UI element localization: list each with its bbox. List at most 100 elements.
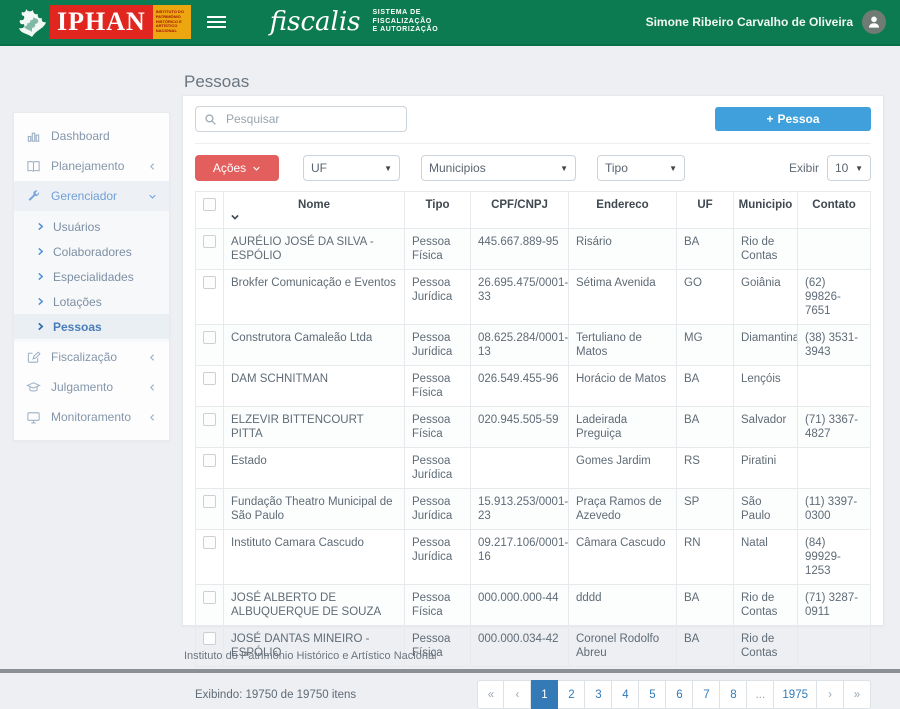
- table-row[interactable]: Instituto Camara CascudoPessoa Jurídica0…: [196, 530, 871, 585]
- sidebar-item-usuarios[interactable]: Usuários: [14, 214, 169, 239]
- cell: Goiânia: [734, 270, 798, 325]
- user-avatar-icon[interactable]: [862, 10, 886, 34]
- sidebar-item-monitoramento[interactable]: Monitoramento: [14, 402, 169, 432]
- cell: 026.549.455-96: [471, 366, 569, 407]
- institution-footer: Instituto do Patrimônio Histórico e Artí…: [184, 650, 437, 662]
- municipios-select[interactable]: Municipios▼: [421, 155, 576, 181]
- table-row[interactable]: JOSÉ ALBERTO DE ALBUQUERQUE DE SOUZAPess…: [196, 585, 871, 626]
- app-name: fiscalis: [270, 7, 361, 37]
- row-checkbox[interactable]: [203, 413, 216, 426]
- select-all-checkbox[interactable]: [203, 198, 216, 211]
- row-checkbox[interactable]: [203, 235, 216, 248]
- sidebar-item-dashboard[interactable]: Dashboard: [14, 121, 169, 151]
- sidebar-item-gerenciador[interactable]: Gerenciador: [14, 181, 169, 211]
- cell: Horácio de Matos: [569, 366, 677, 407]
- row-checkbox[interactable]: [203, 372, 216, 385]
- table-row[interactable]: AURÉLIO JOSÉ DA SILVA - ESPÓLIOPessoa Fí…: [196, 229, 871, 270]
- page-button-7[interactable]: 7: [693, 680, 720, 709]
- column-header-uf[interactable]: UF: [677, 192, 734, 229]
- cell: 26.695.475/0001-33: [471, 270, 569, 325]
- column-header-endereco[interactable]: Endereco: [569, 192, 677, 229]
- cell: (11) 3397-0300: [798, 489, 871, 530]
- page-button-4[interactable]: 4: [612, 680, 639, 709]
- items-summary: Exibindo: 19750 de 19750 itens: [195, 689, 356, 701]
- page-button-2[interactable]: 2: [558, 680, 585, 709]
- cell: Piratini: [734, 448, 798, 489]
- row-checkbox[interactable]: [203, 276, 216, 289]
- caret-down-icon: ▼: [384, 164, 392, 173]
- acoes-dropdown-button[interactable]: Ações: [195, 155, 279, 181]
- caret-down-icon: [252, 164, 261, 173]
- cell: 445.667.889-95: [471, 229, 569, 270]
- tipo-select[interactable]: Tipo▼: [597, 155, 685, 181]
- user-menu[interactable]: Simone Ribeiro Carvalho de Oliveira: [646, 10, 886, 34]
- column-header-municipio[interactable]: Municipio: [734, 192, 798, 229]
- column-header-cpf-cnpj[interactable]: CPF/CNPJ: [471, 192, 569, 229]
- pagination: «‹12345678...1975›»: [477, 680, 871, 709]
- sidebar-item-colaboradores[interactable]: Colaboradores: [14, 239, 169, 264]
- add-pessoa-button[interactable]: +Pessoa: [715, 107, 871, 131]
- row-checkbox[interactable]: [203, 591, 216, 604]
- cell: Instituto Camara Cascudo: [224, 530, 405, 585]
- table-row[interactable]: ELZEVIR BITTENCOURT PITTAPessoa Física02…: [196, 407, 871, 448]
- cell: Brokfer Comunicação e Eventos: [224, 270, 405, 325]
- page-button-‹[interactable]: ‹: [504, 680, 531, 709]
- row-checkbox[interactable]: [203, 536, 216, 549]
- menu-toggle-icon[interactable]: [207, 15, 226, 29]
- exibir-group: Exibir 10▼: [789, 155, 871, 181]
- table-header-row: NomeTipoCPF/CNPJEnderecoUFMunicipioConta…: [196, 192, 871, 229]
- column-header-nome[interactable]: Nome: [224, 192, 405, 229]
- column-header-tipo[interactable]: Tipo: [405, 192, 471, 229]
- search-input[interactable]: [224, 111, 398, 127]
- select-all-header: [196, 192, 224, 229]
- page-button-8[interactable]: 8: [720, 680, 747, 709]
- caret-down-icon: ▼: [855, 164, 863, 173]
- chevron-right-icon: [36, 272, 45, 281]
- uf-select[interactable]: UF▼: [303, 155, 400, 181]
- table-row[interactable]: Construtora Camaleão LtdaPessoa Jurídica…: [196, 325, 871, 366]
- cell: (71) 3287-0911: [798, 585, 871, 626]
- cell: 020.945.505-59: [471, 407, 569, 448]
- row-checkbox[interactable]: [203, 495, 216, 508]
- cell: Pessoa Jurídica: [405, 448, 471, 489]
- chevron-right-icon: [36, 247, 45, 256]
- page-button-«[interactable]: «: [477, 680, 504, 709]
- sidebar-item-especialidades[interactable]: Especialidades: [14, 264, 169, 289]
- page-button-6[interactable]: 6: [666, 680, 693, 709]
- row-checkbox[interactable]: [203, 632, 216, 645]
- table-row[interactable]: DAM SCHNITMANPessoa Física026.549.455-96…: [196, 366, 871, 407]
- row-checkbox[interactable]: [203, 331, 216, 344]
- page-button-3[interactable]: 3: [585, 680, 612, 709]
- sidebar-item-planejamento[interactable]: Planejamento: [14, 151, 169, 181]
- table-row[interactable]: EstadoPessoa JurídicaGomes JardimRSPirat…: [196, 448, 871, 489]
- row-checkbox[interactable]: [203, 454, 216, 467]
- page-button-...[interactable]: ...: [747, 680, 774, 709]
- page-button-5[interactable]: 5: [639, 680, 666, 709]
- row-select-cell: [196, 325, 224, 366]
- cell: SP: [677, 489, 734, 530]
- chevron-left-icon: [148, 162, 157, 171]
- cell: Construtora Camaleão Ltda: [224, 325, 405, 366]
- sidebar-item-julgamento[interactable]: Julgamento: [14, 372, 169, 402]
- cell: RN: [677, 530, 734, 585]
- cell: Rio de Contas: [734, 229, 798, 270]
- page-button-»[interactable]: »: [844, 680, 871, 709]
- page-button-1[interactable]: 1: [531, 680, 558, 709]
- row-select-cell: [196, 407, 224, 448]
- caret-down-icon: ▼: [560, 164, 568, 173]
- sidebar-item-pessoas[interactable]: Pessoas: [14, 314, 169, 339]
- page-button-1975[interactable]: 1975: [774, 680, 817, 709]
- sidebar-item-fiscalizacao[interactable]: Fiscalização: [14, 342, 169, 372]
- cell: BA: [677, 585, 734, 626]
- main-panel: +Pessoa Ações UF▼ Municipios▼ Tipo▼ Exib…: [182, 95, 884, 626]
- cell: Lençóis: [734, 366, 798, 407]
- wrench-icon: [26, 189, 41, 204]
- table-row[interactable]: Brokfer Comunicação e EventosPessoa Jurí…: [196, 270, 871, 325]
- page-size-select[interactable]: 10▼: [827, 155, 871, 181]
- cell: Risário: [569, 229, 677, 270]
- column-header-contato[interactable]: Contato: [798, 192, 871, 229]
- page-button-›[interactable]: ›: [817, 680, 844, 709]
- iphan-logo[interactable]: IPHAN Instituto do Patrimônio Histórico …: [14, 5, 191, 39]
- sidebar-item-lotacoes[interactable]: Lotações: [14, 289, 169, 314]
- table-row[interactable]: Fundação Theatro Municipal de São PauloP…: [196, 489, 871, 530]
